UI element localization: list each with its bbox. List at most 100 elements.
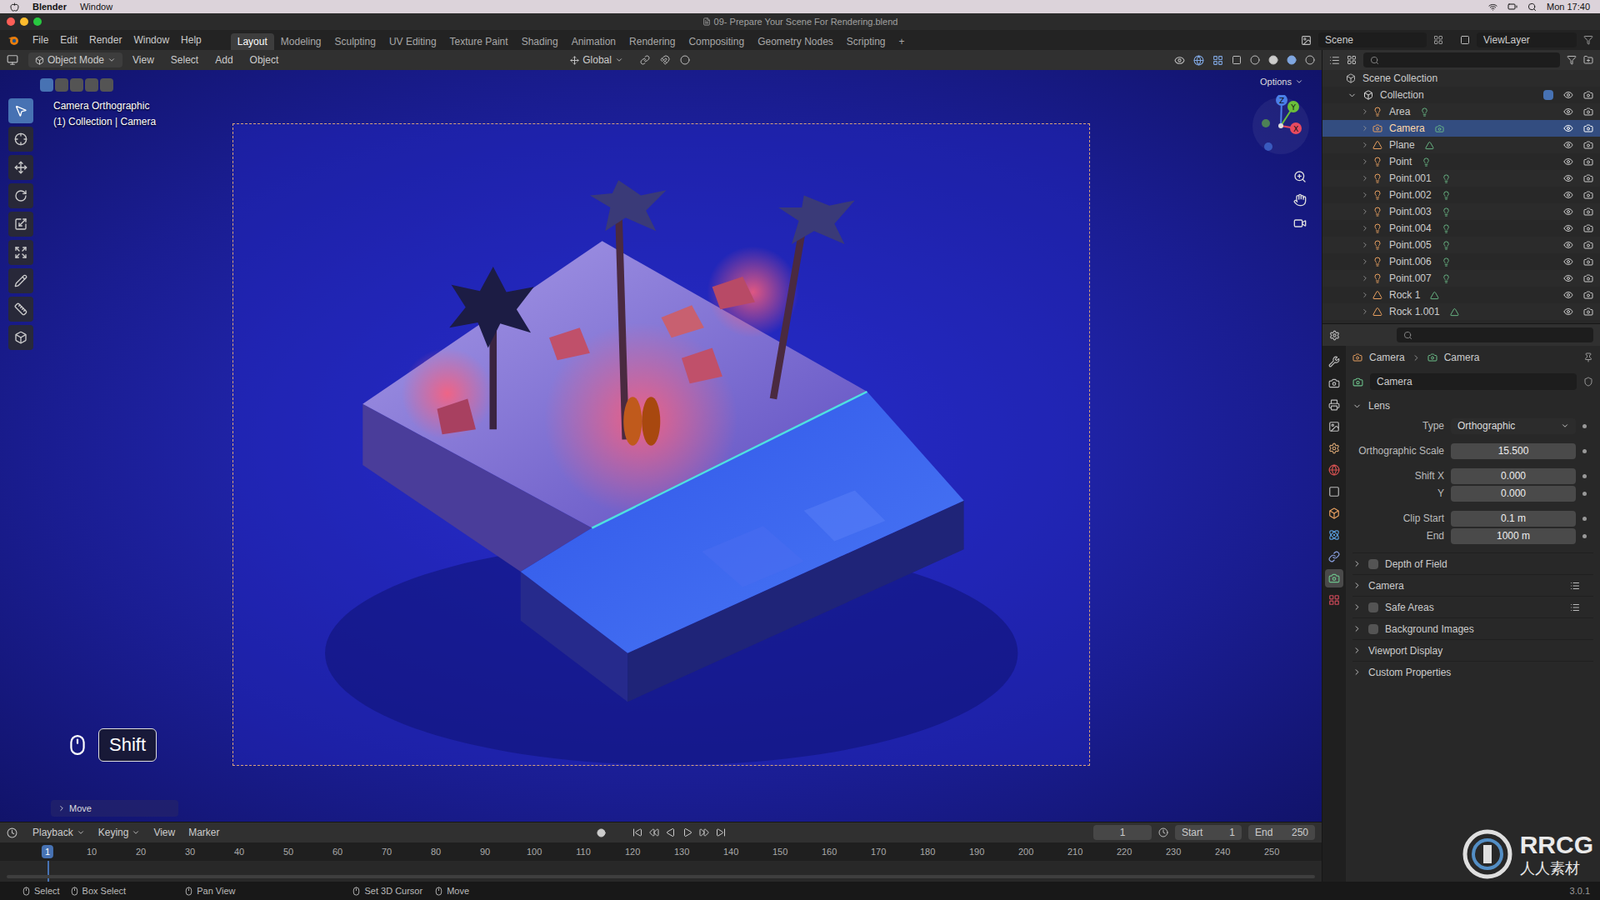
properties-tab[interactable]: [1325, 525, 1344, 545]
visibility-icon[interactable]: [1563, 240, 1574, 250]
outliner-row[interactable]: Point.005: [1322, 236, 1600, 254]
new-collection-icon[interactable]: [1583, 55, 1594, 65]
collection-checkbox[interactable]: [1543, 90, 1554, 100]
tool-button[interactable]: [8, 155, 34, 180]
tool-button[interactable]: [8, 325, 34, 350]
new-scene-icon[interactable]: [1433, 35, 1444, 45]
fake-user-icon[interactable]: [1583, 376, 1594, 387]
workspace-tab[interactable]: Modeling: [274, 33, 329, 50]
display-mode-icon[interactable]: [1346, 55, 1357, 65]
workspace-tab[interactable]: Geometry Nodes: [750, 33, 840, 50]
properties-tab[interactable]: [1325, 460, 1344, 480]
scene-icon[interactable]: [1300, 35, 1312, 46]
keyframe-decorator[interactable]: [1582, 516, 1587, 521]
keyframe-decorator[interactable]: [1582, 474, 1587, 479]
editor-type-icon[interactable]: [1329, 330, 1340, 341]
panel-section[interactable]: Depth of Field: [1352, 552, 1594, 575]
timeline-menu[interactable]: Keying: [93, 825, 146, 840]
visibility-icon[interactable]: [1563, 123, 1574, 134]
preview-range-icon[interactable]: [1158, 827, 1169, 838]
properties-tab[interactable]: [1325, 439, 1344, 458]
expand-icon[interactable]: [1360, 207, 1370, 216]
render-toggle-icon[interactable]: [1583, 173, 1594, 184]
workspace-tab[interactable]: Rendering: [622, 33, 682, 50]
datablock-name-field[interactable]: Camera: [1370, 373, 1577, 390]
visibility-icon[interactable]: [1563, 256, 1574, 267]
filter-icon[interactable]: [1583, 35, 1594, 45]
wireframe-shading-icon[interactable]: [1250, 55, 1260, 65]
render-toggle-icon[interactable]: [1583, 190, 1594, 200]
overlays-icon[interactable]: [1212, 55, 1224, 66]
outliner-row[interactable]: Rock 1.001: [1322, 303, 1600, 320]
expand-icon[interactable]: [1360, 190, 1370, 200]
properties-search[interactable]: [1396, 327, 1594, 343]
jump-end-icon[interactable]: [715, 827, 726, 838]
render-toggle-icon[interactable]: [1583, 206, 1594, 217]
outliner-row[interactable]: Point.006: [1322, 253, 1600, 270]
expand-icon[interactable]: [1360, 157, 1370, 166]
workspace-tab[interactable]: Sculpting: [328, 33, 383, 50]
snap-icon[interactable]: [660, 55, 670, 65]
panel-section[interactable]: Safe Areas: [1352, 595, 1594, 618]
visibility-icon[interactable]: [1563, 290, 1574, 300]
mode-dropdown[interactable]: Object Mode: [28, 52, 123, 68]
tool-button[interactable]: [8, 183, 34, 209]
panel-section[interactable]: Custom Properties: [1352, 660, 1594, 683]
outliner-row[interactable]: Point.003: [1322, 203, 1600, 220]
render-toggle-icon[interactable]: [1583, 123, 1594, 134]
pin-icon[interactable]: [1583, 352, 1594, 363]
frame-ruler[interactable]: 1102030405060708090100110120130140150160…: [0, 842, 1322, 861]
operator-panel[interactable]: Move: [50, 800, 179, 817]
panel-section[interactable]: Camera: [1352, 574, 1594, 596]
play-reverse-icon[interactable]: [665, 827, 676, 838]
datablock-browse-icon[interactable]: [1352, 376, 1364, 388]
properties-tab[interactable]: [1325, 395, 1344, 415]
outliner-row[interactable]: Point.002: [1322, 186, 1600, 204]
outliner-row[interactable]: Plane: [1322, 136, 1600, 154]
end-frame-field[interactable]: End250: [1248, 825, 1315, 840]
app-menu[interactable]: Blender: [32, 2, 67, 12]
section-checkbox[interactable]: [1368, 559, 1379, 570]
tool-button[interactable]: [8, 211, 34, 237]
tool-button[interactable]: [8, 126, 34, 152]
select-mode-button[interactable]: [70, 78, 84, 92]
editor-type-icon[interactable]: [6, 827, 18, 839]
render-toggle-icon[interactable]: [1583, 290, 1594, 300]
render-toggle-icon[interactable]: [1583, 156, 1594, 167]
orientation-dropdown[interactable]: Global: [563, 52, 630, 68]
property-number-field[interactable]: 0.000: [1450, 485, 1576, 502]
playhead[interactable]: [47, 860, 50, 882]
outliner-row[interactable]: Scene Collection: [1322, 70, 1600, 87]
render-toggle-icon[interactable]: [1583, 223, 1594, 234]
property-number-field[interactable]: 15.500: [1450, 443, 1576, 460]
proportional-icon[interactable]: [680, 55, 690, 65]
visibility-icon[interactable]: [1563, 273, 1574, 284]
workspace-tab[interactable]: Layout: [230, 33, 275, 50]
workspace-tab[interactable]: Texture Paint: [443, 33, 515, 50]
keyframe-decorator[interactable]: [1582, 491, 1587, 496]
workspace-tab[interactable]: Shading: [515, 33, 565, 50]
xray-icon[interactable]: [1231, 55, 1242, 65]
jump-start-icon[interactable]: [632, 827, 643, 838]
tool-button[interactable]: [8, 98, 34, 124]
expand-icon[interactable]: [1360, 124, 1370, 133]
filter-icon[interactable]: [1566, 55, 1577, 65]
view-layer-field[interactable]: ViewLayer: [1476, 32, 1577, 48]
expand-icon[interactable]: [1360, 174, 1370, 183]
zoom-button[interactable]: [33, 17, 42, 26]
blender-logo-icon[interactable]: [6, 33, 20, 47]
panel-header[interactable]: Lens: [1352, 394, 1594, 418]
presets-icon[interactable]: [1570, 580, 1580, 591]
tool-button[interactable]: [8, 240, 34, 265]
outliner-row[interactable]: Point.007: [1322, 270, 1600, 287]
expand-icon[interactable]: [1360, 290, 1370, 300]
expand-icon[interactable]: [1347, 90, 1357, 100]
visibility-icon[interactable]: [1563, 206, 1574, 217]
render-toggle-icon[interactable]: [1583, 90, 1594, 100]
workspace-tab[interactable]: Animation: [565, 33, 623, 50]
properties-tab[interactable]: [1325, 547, 1344, 566]
camera-view-icon[interactable]: [1293, 216, 1307, 230]
outliner-row[interactable]: Point.004: [1322, 220, 1600, 237]
properties-tab[interactable]: [1325, 374, 1344, 393]
wifi-icon[interactable]: [1488, 2, 1498, 12]
